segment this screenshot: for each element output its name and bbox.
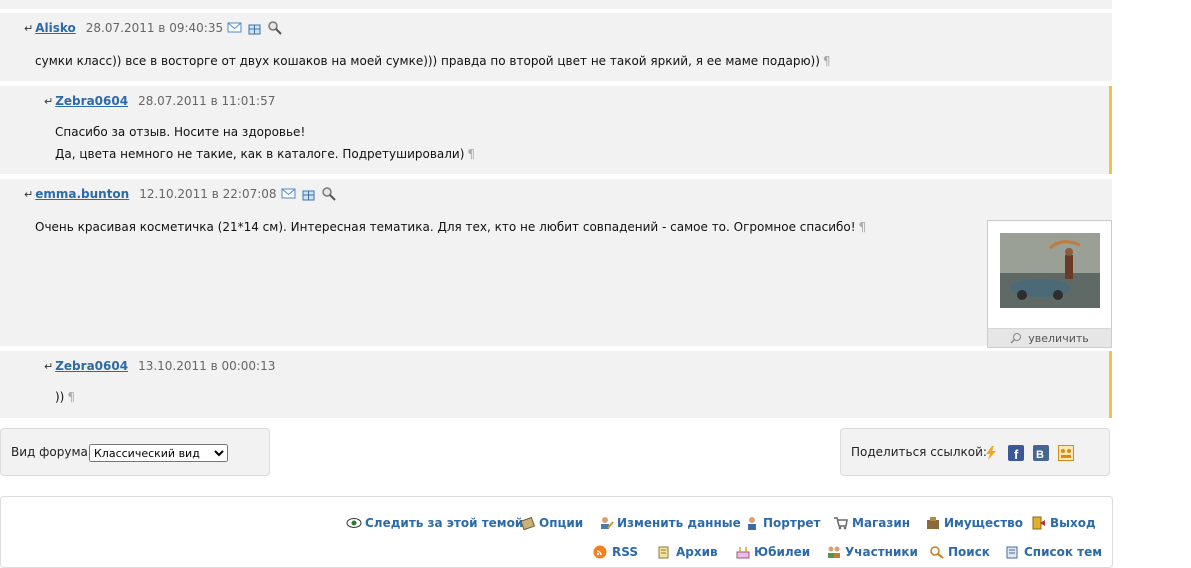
topic-list-link[interactable]: Список тем xyxy=(1005,545,1102,559)
options-icon xyxy=(520,516,536,530)
reply-arrow-icon: ↵ xyxy=(44,359,54,373)
edit-profile-link[interactable]: Изменить данные xyxy=(598,516,741,530)
attachment-image[interactable] xyxy=(1000,233,1100,308)
reply-arrow-icon: ↵ xyxy=(44,94,54,108)
forum-view-select[interactable]: Классический вид xyxy=(89,444,228,462)
users-icon xyxy=(828,546,840,558)
mail-icon[interactable] xyxy=(227,21,243,35)
enlarge-label: увеличить xyxy=(1028,331,1089,345)
post-reply: ↵ Zebra0604 28.07.2011 в 11:01:57 Спасиб… xyxy=(0,86,1112,174)
nav-label: Выход xyxy=(1050,516,1096,530)
nav-label: Магазин xyxy=(852,516,911,530)
post-date: 28.07.2011 в 11:01:57 xyxy=(138,94,276,108)
forum-view-label: Вид форума: xyxy=(11,445,92,459)
svg-text:B: B xyxy=(1036,449,1044,461)
follow-topic-link[interactable]: Следить за этой темой xyxy=(346,516,523,530)
author-link[interactable]: Zebra0604 xyxy=(55,94,128,108)
gift-icon[interactable] xyxy=(247,21,263,35)
post-text: сумки класс)) все в восторге от двух кош… xyxy=(35,54,831,68)
cart-icon xyxy=(834,517,848,530)
author-link[interactable]: Zebra0604 xyxy=(55,359,128,373)
nav-label: Список тем xyxy=(1024,545,1103,559)
user-edit-icon xyxy=(601,517,614,529)
post-header: ↵ emma.bunton 12.10.2011 в 22:07:08 xyxy=(24,187,337,201)
post-text-line: Да, цвета немного не такие, как в катало… xyxy=(55,147,476,161)
share-box: Поделиться ссылкой: f B xyxy=(840,428,1110,476)
enlarge-link[interactable]: увеличить xyxy=(988,328,1111,347)
gift-icon[interactable] xyxy=(301,187,317,201)
archive-link[interactable]: Архив xyxy=(657,545,718,559)
vkontakte-icon[interactable]: B xyxy=(1033,445,1049,461)
post: ↵ emma.bunton 12.10.2011 в 22:07:08 Очен… xyxy=(0,179,1112,346)
nav-label: Поиск xyxy=(948,545,990,559)
shop-link[interactable]: Магазин xyxy=(833,516,910,530)
list-icon xyxy=(1006,546,1018,559)
attachment-thumbnail[interactable]: увеличить xyxy=(987,220,1112,348)
pilcrow: ¶ xyxy=(467,147,476,161)
nav-label: Следить за этой темой xyxy=(365,516,524,530)
reply-arrow-icon: ↵ xyxy=(24,21,34,35)
nav-label: Юбилеи xyxy=(754,545,811,559)
property-link[interactable]: Имущество xyxy=(925,516,1023,530)
post-date: 28.07.2011 в 09:40:35 xyxy=(85,21,224,35)
post-date: 12.10.2011 в 22:07:08 xyxy=(139,187,277,201)
author-link[interactable]: Alisko xyxy=(35,21,76,35)
post-text-line: Спасибо за отзыв. Носите на здоровье! xyxy=(55,125,306,139)
post-header: ↵ Alisko 28.07.2011 в 09:40:35 xyxy=(24,21,283,35)
lightning-share-icon[interactable] xyxy=(983,445,999,461)
post-reply: ↵ Zebra0604 13.10.2011 в 00:00:13 )) ¶ xyxy=(0,351,1112,418)
post-date: 13.10.2011 в 00:00:13 xyxy=(138,359,276,373)
anniversaries-link[interactable]: Юбилеи xyxy=(735,545,810,559)
forum-view-box: Вид форума: Классический вид xyxy=(0,428,270,476)
search-icon[interactable] xyxy=(267,21,283,35)
post-header: ↵ Zebra0604 28.07.2011 в 11:01:57 xyxy=(44,94,275,108)
mail-icon[interactable] xyxy=(281,187,297,201)
magnifier-icon xyxy=(1010,333,1022,344)
nav-label: Портрет xyxy=(763,516,821,530)
box-icon xyxy=(927,517,939,529)
post: ↵ Alisko 28.07.2011 в 09:40:35 сумки кла… xyxy=(0,13,1112,81)
rss-link[interactable]: RSS xyxy=(593,545,638,559)
cake-icon xyxy=(736,547,750,559)
post-text: )) ¶ xyxy=(55,390,76,404)
pilcrow: ¶ xyxy=(67,390,76,404)
post-text: Очень красивая косметичка (21*14 см). Ин… xyxy=(35,220,867,234)
nav-label: Участники xyxy=(845,545,918,559)
archive-icon xyxy=(658,546,669,559)
rss-icon xyxy=(593,545,607,559)
portrait-link[interactable]: Портрет xyxy=(744,516,821,530)
exit-icon xyxy=(1032,516,1045,530)
members-link[interactable]: Участники xyxy=(826,545,918,559)
eye-icon xyxy=(346,518,362,528)
svg-text:f: f xyxy=(1014,447,1019,461)
pilcrow: ¶ xyxy=(858,220,867,234)
nav-label: Изменить данные xyxy=(617,516,741,530)
post-header: ↵ Zebra0604 13.10.2011 в 00:00:13 xyxy=(44,359,275,373)
logout-link[interactable]: Выход xyxy=(1031,516,1096,530)
nav-label: Опции xyxy=(539,516,584,530)
search-icon xyxy=(930,546,944,559)
pilcrow: ¶ xyxy=(822,54,831,68)
search-icon[interactable] xyxy=(321,187,337,201)
post-top-strip xyxy=(0,0,1112,9)
nav-label: Архив xyxy=(676,545,718,559)
share-label: Поделиться ссылкой: xyxy=(851,445,987,459)
person-icon xyxy=(748,517,756,530)
odnoklassniki-icon[interactable] xyxy=(1058,445,1074,461)
author-link[interactable]: emma.bunton xyxy=(35,187,129,201)
nav-label: Имущество xyxy=(944,516,1023,530)
facebook-icon[interactable]: f xyxy=(1008,445,1024,461)
reply-arrow-icon: ↵ xyxy=(24,187,34,201)
search-link[interactable]: Поиск xyxy=(929,545,990,559)
options-link[interactable]: Опции xyxy=(520,516,583,530)
nav-label: RSS xyxy=(612,545,638,559)
